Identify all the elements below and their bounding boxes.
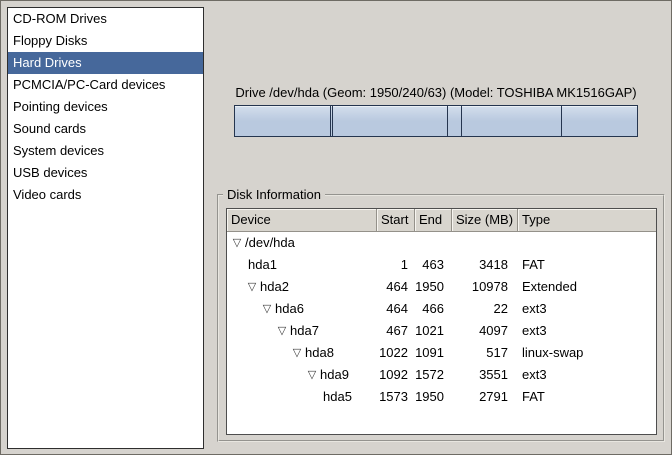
type-cell [518, 232, 656, 254]
start-cell: 1022 [377, 342, 415, 364]
type-cell: FAT [518, 254, 656, 276]
size-cell [452, 232, 518, 254]
device-cell: hda1 [227, 254, 377, 276]
expander-icon[interactable]: ▽ [306, 364, 318, 386]
expander-icon[interactable]: ▽ [231, 232, 243, 254]
device-cell: ▽hda6 [227, 298, 377, 320]
partition-segment-hda7 [332, 106, 447, 136]
device-cell: hda5 [227, 386, 377, 408]
sidebar-item-floppy-disks[interactable]: Floppy Disks [8, 30, 203, 52]
start-cell: 464 [377, 276, 415, 298]
table-row[interactable]: ▽hda746710214097ext3 [227, 320, 656, 342]
device-label: hda9 [320, 364, 349, 386]
start-cell [377, 232, 415, 254]
expander-icon[interactable]: ▽ [291, 342, 303, 364]
column-header-end[interactable]: End [415, 209, 452, 232]
start-cell: 1 [377, 254, 415, 276]
column-header-device[interactable]: Device [227, 209, 377, 232]
device-cell: ▽/dev/hda [227, 232, 377, 254]
sidebar-item-pcmcia-pc-card-devices[interactable]: PCMCIA/PC-Card devices [8, 74, 203, 96]
device-label: hda7 [290, 320, 319, 342]
column-header-type[interactable]: Type [518, 209, 656, 232]
table-row[interactable]: ▽hda810221091517linux-swap [227, 342, 656, 364]
end-cell: 463 [415, 254, 452, 276]
disk-information-label: Disk Information [223, 187, 325, 202]
size-cell: 10978 [452, 276, 518, 298]
sidebar-item-hard-drives[interactable]: Hard Drives [8, 52, 203, 74]
drive-title: Drive /dev/hda (Geom: 1950/240/63) (Mode… [219, 85, 653, 100]
expander-icon[interactable]: ▽ [261, 298, 273, 320]
table-row[interactable]: hda1 14633418FAT [227, 254, 656, 276]
end-cell: 466 [415, 298, 452, 320]
table-row[interactable]: ▽hda9109215723551ext3 [227, 364, 656, 386]
column-header-start[interactable]: Start [377, 209, 415, 232]
device-cell: ▽hda7 [227, 320, 377, 342]
size-cell: 3551 [452, 364, 518, 386]
table-header-row: DeviceStartEndSize (MB)Type [227, 209, 656, 232]
sidebar-item-sound-cards[interactable]: Sound cards [8, 118, 203, 140]
sidebar-item-pointing-devices[interactable]: Pointing devices [8, 96, 203, 118]
expander-icon[interactable]: ▽ [246, 276, 258, 298]
table-row[interactable]: ▽hda646446622ext3 [227, 298, 656, 320]
end-cell [415, 232, 452, 254]
partition-segment-hda9 [461, 106, 560, 136]
end-cell: 1950 [415, 386, 452, 408]
type-cell: FAT [518, 386, 656, 408]
end-cell: 1572 [415, 364, 452, 386]
device-cell: ▽hda2 [227, 276, 377, 298]
disk-information-table: DeviceStartEndSize (MB)Type ▽/dev/hdahda… [226, 208, 657, 435]
partition-bar [234, 105, 638, 137]
start-cell: 1573 [377, 386, 415, 408]
table-body: ▽/dev/hdahda114633418FAT▽hda246419501097… [227, 232, 656, 408]
device-label: /dev/hda [245, 232, 295, 254]
table-row[interactable]: ▽/dev/hda [227, 232, 656, 254]
disk-information-frame: Disk Information DeviceStartEndSize (MB)… [217, 194, 665, 442]
device-label: hda1 [248, 254, 277, 276]
device-cell: ▽hda8 [227, 342, 377, 364]
partition-segment-hda5 [561, 106, 637, 136]
size-cell: 4097 [452, 320, 518, 342]
device-label: hda8 [305, 342, 334, 364]
device-cell: ▽hda9 [227, 364, 377, 386]
sidebar-item-usb-devices[interactable]: USB devices [8, 162, 203, 184]
type-cell: ext3 [518, 298, 656, 320]
device-category-list: CD-ROM DrivesFloppy DisksHard DrivesPCMC… [7, 7, 204, 449]
table-row[interactable]: ▽hda2464195010978Extended [227, 276, 656, 298]
start-cell: 464 [377, 298, 415, 320]
device-label: hda2 [260, 276, 289, 298]
size-cell: 3418 [452, 254, 518, 276]
end-cell: 1950 [415, 276, 452, 298]
column-header-size-mb[interactable]: Size (MB) [452, 209, 518, 232]
hardware-browser-window: CD-ROM DrivesFloppy DisksHard DrivesPCMC… [0, 0, 672, 455]
type-cell: ext3 [518, 364, 656, 386]
table-row[interactable]: hda5 157319502791FAT [227, 386, 656, 408]
partition-segment-hda1 [235, 106, 330, 136]
size-cell: 22 [452, 298, 518, 320]
type-cell: linux-swap [518, 342, 656, 364]
start-cell: 467 [377, 320, 415, 342]
size-cell: 517 [452, 342, 518, 364]
type-cell: Extended [518, 276, 656, 298]
expander-icon[interactable]: ▽ [276, 320, 288, 342]
size-cell: 2791 [452, 386, 518, 408]
start-cell: 1092 [377, 364, 415, 386]
end-cell: 1021 [415, 320, 452, 342]
sidebar-item-system-devices[interactable]: System devices [8, 140, 203, 162]
end-cell: 1091 [415, 342, 452, 364]
device-label: hda5 [323, 386, 352, 408]
sidebar-item-video-cards[interactable]: Video cards [8, 184, 203, 206]
sidebar-item-cd-rom-drives[interactable]: CD-ROM Drives [8, 8, 203, 30]
type-cell: ext3 [518, 320, 656, 342]
device-label: hda6 [275, 298, 304, 320]
partition-segment-hda8 [447, 106, 461, 136]
